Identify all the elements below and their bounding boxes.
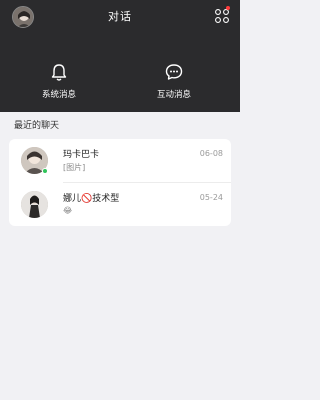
top-header: 对话 系统消息 互动消息 [0,0,240,112]
interaction-messages-label: 互动消息 [156,90,191,100]
message-preview: [图片] [63,163,86,172]
contact-name: 玛卡巴卡 [63,150,100,160]
system-messages-button[interactable]: 系统消息 [24,62,94,100]
contact-name: 娜儿🚫技术型 [63,194,120,204]
conversation-row[interactable]: 娜儿🚫技术型 😂 05-24 [9,183,231,226]
message-preview: 😂 [63,206,73,215]
message-date: 06-08 [199,149,223,158]
online-status-dot [42,168,48,174]
contact-avatar[interactable] [21,191,48,218]
notification-dot [226,6,230,10]
conversation-list: 玛卡巴卡 [图片] 06-08 娜儿🚫技术型 😂 05-24 [9,139,231,226]
bell-icon [51,64,67,81]
conversation-row[interactable]: 玛卡巴卡 [图片] 06-08 [9,139,231,183]
interaction-messages-button[interactable]: 互动消息 [139,62,209,100]
recent-chats-heading: 最近的聊天 [14,121,60,131]
system-messages-label: 系统消息 [41,90,76,100]
page-title: 对话 [108,10,132,23]
chat-bubble-icon [165,64,183,80]
avatar-image-icon [21,191,48,218]
message-date: 05-24 [199,193,223,202]
apps-grid-icon[interactable] [214,8,230,24]
